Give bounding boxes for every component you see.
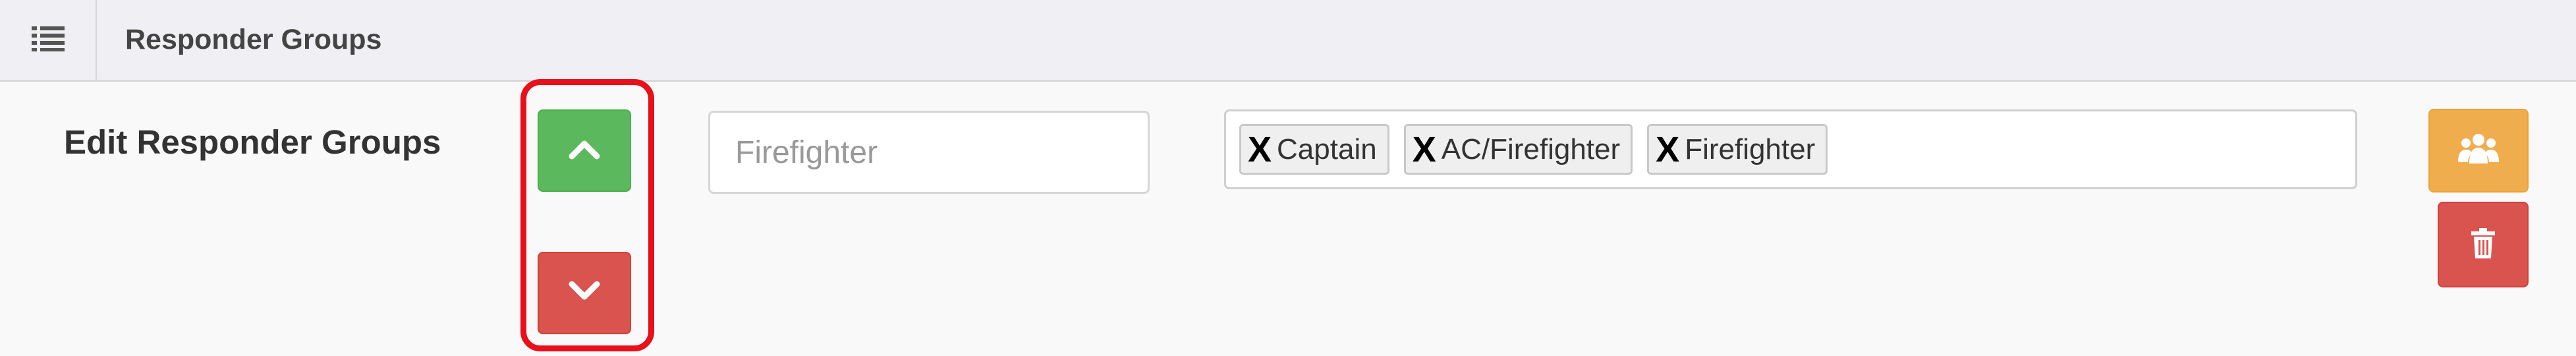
delete-button[interactable] <box>2438 202 2529 287</box>
group-name-input[interactable] <box>708 111 1150 194</box>
page-header: Responder Groups <box>0 0 2576 82</box>
trash-icon <box>2470 227 2496 262</box>
users-icon <box>2457 132 2500 169</box>
chevron-down-icon <box>568 280 601 306</box>
menu-toggle-button[interactable] <box>0 0 97 80</box>
tag-label: Captain <box>1277 133 1377 165</box>
remove-tag-icon[interactable]: X <box>1413 132 1436 167</box>
list-icon <box>31 25 65 55</box>
move-down-button[interactable] <box>538 252 631 334</box>
move-up-button[interactable] <box>538 109 631 192</box>
tags-input[interactable]: X Captain X AC/Firefighter X Firefighter <box>1224 109 2357 189</box>
tag-label: AC/Firefighter <box>1441 133 1621 165</box>
tag-item: X Captain <box>1239 124 1389 175</box>
tag-label: Firefighter <box>1685 133 1816 165</box>
chevron-up-icon <box>568 138 601 163</box>
remove-tag-icon[interactable]: X <box>1656 132 1679 167</box>
remove-tag-icon[interactable]: X <box>1248 132 1272 167</box>
group-members-button[interactable] <box>2428 109 2529 193</box>
tag-item: X Firefighter <box>1647 124 1828 175</box>
tag-item: X AC/Firefighter <box>1403 124 1633 175</box>
section-label: Edit Responder Groups <box>64 123 441 161</box>
page-title: Responder Groups <box>125 24 382 55</box>
